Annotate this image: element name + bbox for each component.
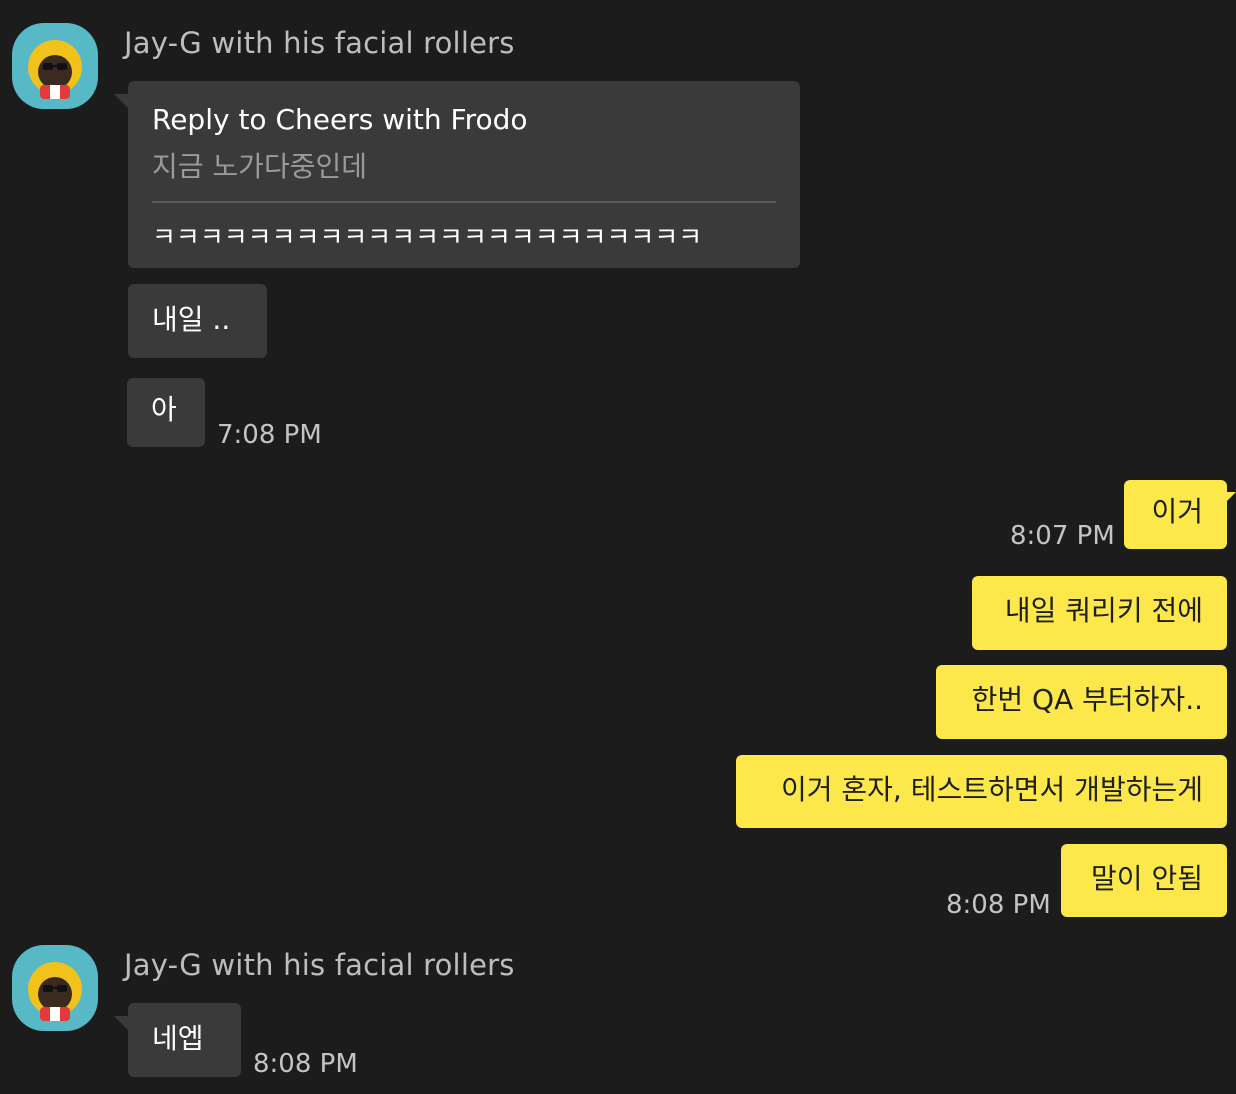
message-text: 네엡 <box>152 1022 204 1055</box>
message-text: 내일 쿼리키 전에 <box>1004 594 1203 627</box>
sent-message-bubble[interactable]: 내일 쿼리키 전에 <box>972 576 1227 650</box>
reply-quoted-text: 지금 노가다중인데 <box>152 150 367 183</box>
reply-message-text: ㅋㅋㅋㅋㅋㅋㅋㅋㅋㅋㅋㅋㅋㅋㅋㅋㅋㅋㅋㅋㅋㅋㅋ <box>152 223 703 253</box>
character-avatar-icon <box>28 40 82 99</box>
bubble-tail <box>114 94 128 108</box>
message-text: 이거 혼자, 테스트하면서 개발하는게 <box>780 773 1203 806</box>
reply-divider <box>152 201 776 203</box>
sent-message-bubble[interactable]: 이거 <box>1124 480 1227 549</box>
message-text: 한번 QA 부터하자.. <box>971 683 1203 716</box>
message-text: 이거 <box>1151 495 1203 528</box>
sent-message-bubble[interactable]: 이거 혼자, 테스트하면서 개발하는게 <box>736 755 1227 828</box>
message-text: 말이 안됨 <box>1091 862 1203 895</box>
message-text: 아 <box>151 393 177 426</box>
bubble-tail <box>114 1016 128 1030</box>
sender-avatar[interactable] <box>12 23 98 109</box>
sent-message-bubble[interactable]: 한번 QA 부터하자.. <box>936 665 1227 739</box>
sent-message-bubble[interactable]: 말이 안됨 <box>1061 844 1227 917</box>
message-timestamp: 8:08 PM <box>946 890 1051 920</box>
message-bubble[interactable]: 네엡 <box>128 1003 241 1077</box>
character-avatar-icon <box>28 962 82 1021</box>
message-text: 내일 .. <box>152 303 231 336</box>
message-timestamp: 8:08 PM <box>253 1049 358 1079</box>
reply-title: Reply to Cheers with Frodo <box>152 103 528 136</box>
sender-name: Jay-G with his facial rollers <box>124 948 515 982</box>
message-timestamp: 8:07 PM <box>1010 521 1115 551</box>
message-timestamp: 7:08 PM <box>217 420 322 450</box>
sender-name: Jay-G with his facial rollers <box>124 26 515 60</box>
sender-avatar[interactable] <box>12 945 98 1031</box>
message-bubble[interactable]: 내일 .. <box>128 284 267 358</box>
reply-message-bubble[interactable]: Reply to Cheers with Frodo 지금 노가다중인데 ㅋㅋㅋ… <box>128 81 800 268</box>
message-bubble[interactable]: 아 <box>127 378 205 447</box>
